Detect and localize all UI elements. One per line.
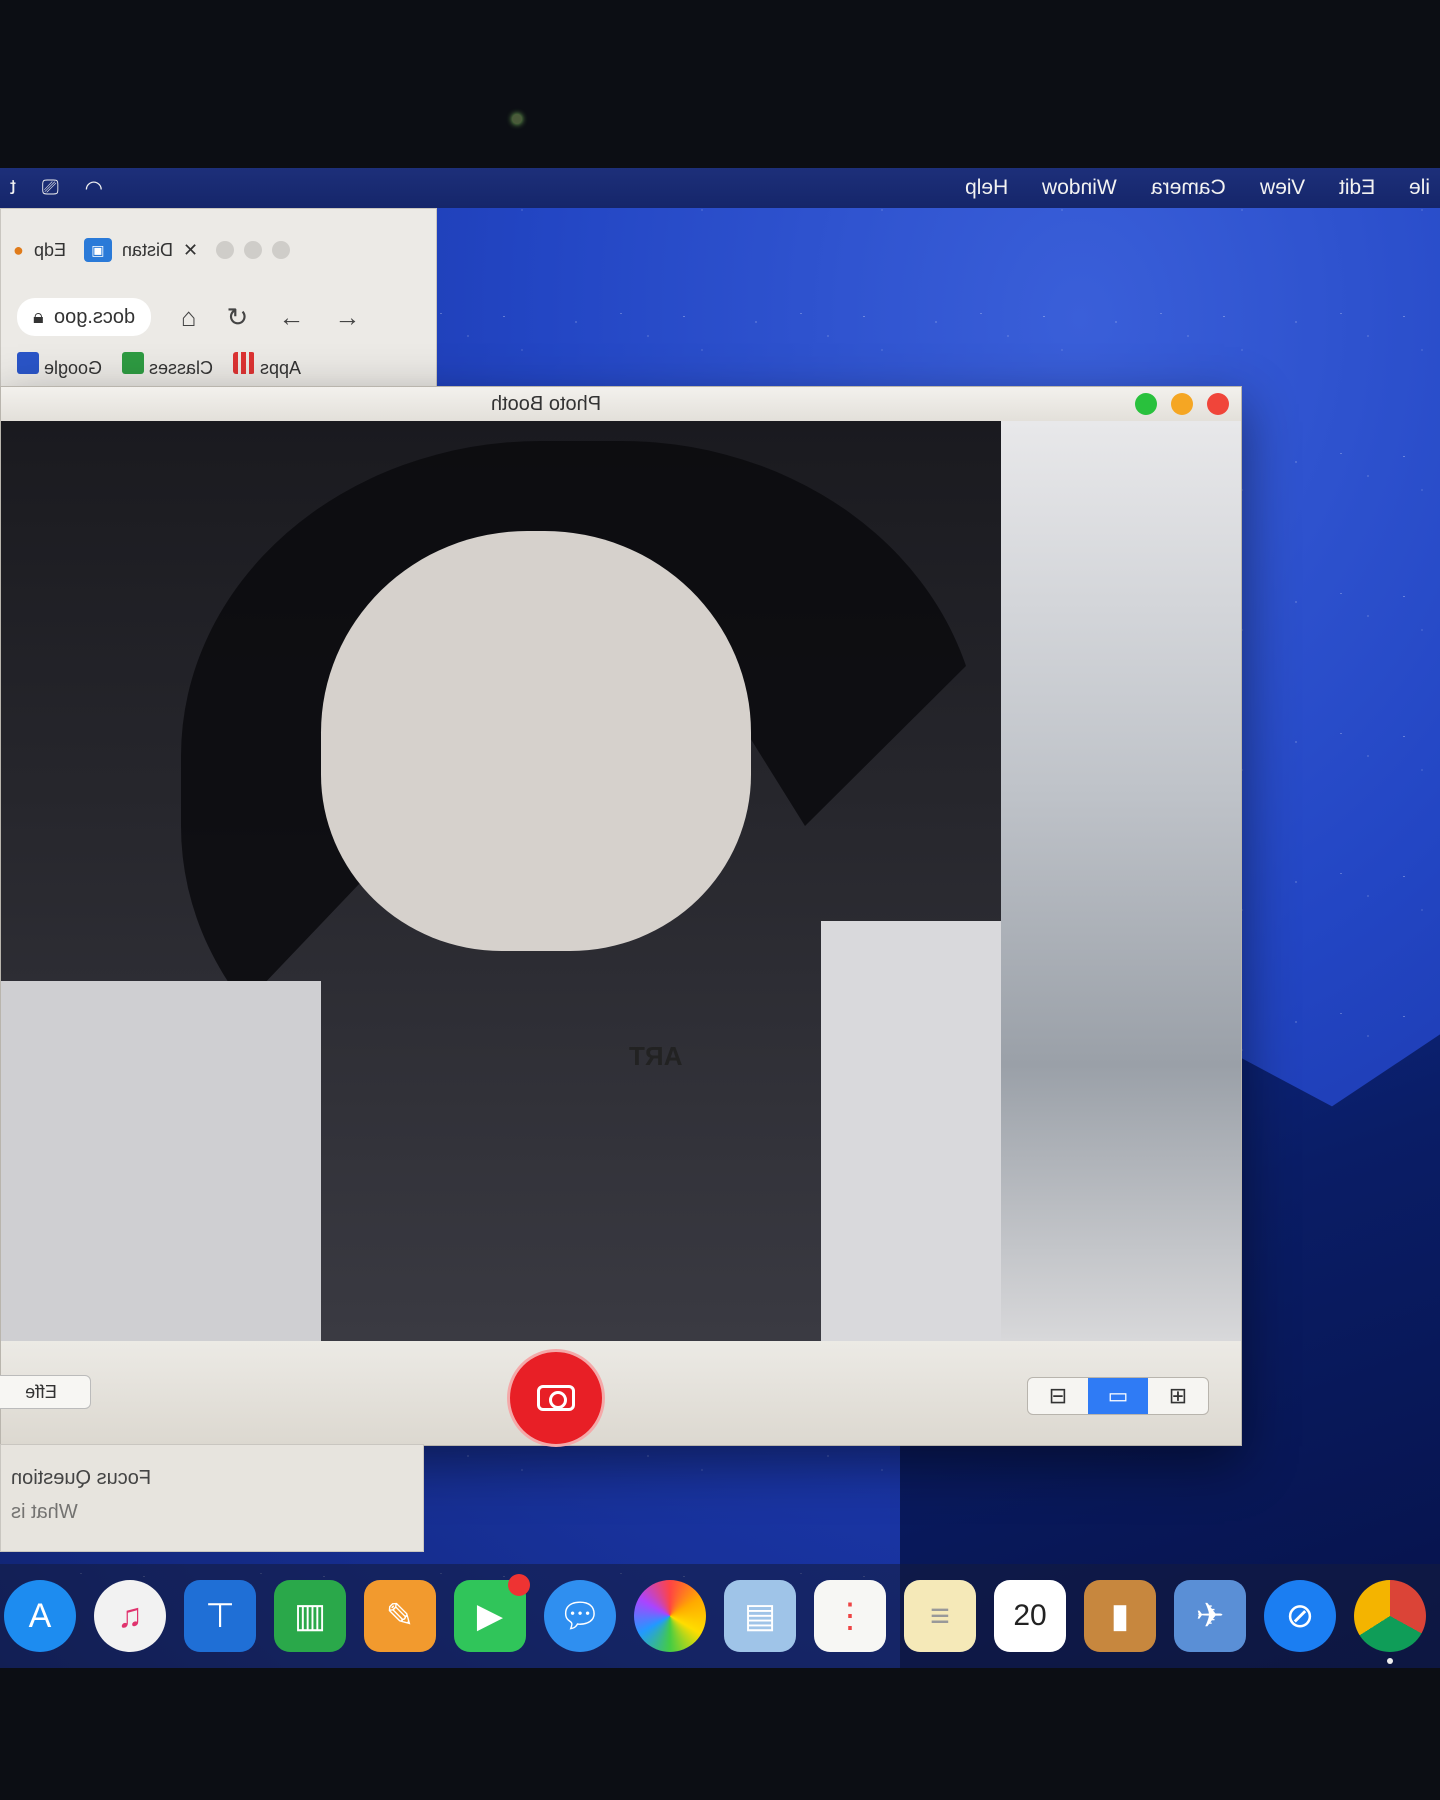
webcam-indicator bbox=[512, 114, 522, 124]
itunes-icon[interactable]: ♫ bbox=[94, 1580, 166, 1652]
classroom-bookmark-icon bbox=[122, 351, 145, 374]
reload-icon[interactable]: ↻ bbox=[227, 302, 249, 333]
address-bar[interactable]: 🔒︎ docs.goo bbox=[17, 298, 151, 336]
google-bookmark-icon bbox=[17, 351, 39, 374]
desktop: t ⎚ ◠ ile Edit View Camera Window Help ▣… bbox=[0, 168, 1440, 1668]
window-title: Photo Booth bbox=[491, 393, 602, 415]
single-mode-icon[interactable]: ▭ bbox=[1088, 1378, 1148, 1414]
bookmark-apps[interactable]: Apps bbox=[233, 351, 302, 379]
facetime-icon[interactable]: ▶ bbox=[454, 1574, 530, 1652]
calendar-icon[interactable]: 20 bbox=[994, 1580, 1066, 1652]
keynote-icon[interactable]: ⊤ bbox=[184, 1580, 256, 1652]
reminders-icon[interactable]: ⋮ bbox=[814, 1580, 886, 1652]
url-text: docs.goo bbox=[53, 305, 135, 328]
menu-file[interactable]: ile bbox=[1409, 176, 1430, 200]
notification-badge bbox=[508, 1574, 530, 1596]
doc-heading: Focus Question bbox=[11, 1467, 152, 1489]
app-menus: ile Edit View Camera Window Help bbox=[965, 168, 1440, 208]
subject-jacket-left bbox=[1, 981, 321, 1341]
bookmark-label: Classes bbox=[149, 357, 214, 378]
preview-2-icon[interactable]: ✈ bbox=[1174, 1580, 1246, 1652]
home-icon[interactable]: ⌂ bbox=[181, 302, 197, 333]
app-store-icon[interactable]: A bbox=[4, 1580, 76, 1652]
monitor-bezel: t ⎚ ◠ ile Edit View Camera Window Help ▣… bbox=[0, 0, 1440, 1800]
lock-icon: 🔒︎ bbox=[33, 305, 44, 328]
camera-icon bbox=[537, 1385, 575, 1411]
photo-booth-window: Photo Booth ART Effe ⊟ ▭ ⊞ bbox=[0, 386, 1242, 1447]
apps-grid-icon bbox=[233, 351, 256, 374]
browser-toolbar: → ← ↻ ⌂ 🔒︎ docs.goo bbox=[1, 291, 436, 343]
notes-icon[interactable]: ≡ bbox=[904, 1580, 976, 1652]
bookmark-google[interactable]: Google bbox=[17, 351, 103, 379]
dock: A ♫ ⊤ ▥ ✎ ▶ 💬︎ ▤ ⋮ ≡ 20 ▮ ✈ ⊘ bbox=[0, 1564, 1440, 1668]
zoom-button[interactable] bbox=[1135, 393, 1157, 415]
contacts-icon[interactable]: ▮ bbox=[1084, 1580, 1156, 1652]
airplay-icon[interactable]: ⎚ bbox=[42, 176, 59, 200]
window-controls bbox=[216, 241, 291, 259]
tab-distance[interactable]: ▣ Distan ✕ bbox=[83, 238, 198, 262]
menu-help[interactable]: Help bbox=[965, 176, 1008, 200]
numbers-icon[interactable]: ▥ bbox=[274, 1580, 346, 1652]
status-item[interactable]: t bbox=[10, 176, 16, 200]
chrome-icon[interactable] bbox=[1354, 1580, 1426, 1664]
strip-mode-icon[interactable]: ⊟ bbox=[1028, 1378, 1088, 1414]
menu-bar: t ⎚ ◠ ile Edit View Camera Window Help bbox=[0, 168, 1440, 208]
camera-preview: ART bbox=[1, 421, 1241, 1341]
subject-face bbox=[321, 531, 751, 951]
status-area: t ⎚ ◠ bbox=[10, 168, 103, 208]
window-controls bbox=[1135, 393, 1229, 415]
grid-mode-icon[interactable]: ⊞ bbox=[1148, 1378, 1208, 1414]
menu-window[interactable]: Window bbox=[1042, 176, 1117, 200]
preview-icon[interactable]: ▤ bbox=[724, 1580, 796, 1652]
capture-mode-selector: ⊟ ▭ ⊞ bbox=[1027, 1377, 1209, 1415]
doc-line: What is bbox=[11, 1501, 78, 1523]
close-button[interactable] bbox=[1207, 393, 1229, 415]
take-photo-button[interactable] bbox=[507, 1349, 605, 1447]
bookmark-label: Google bbox=[44, 357, 103, 378]
minimize-button[interactable] bbox=[1171, 393, 1193, 415]
menu-edit[interactable]: Edit bbox=[1339, 176, 1375, 200]
tattoo-text: ART bbox=[629, 1041, 683, 1071]
minimize-button[interactable] bbox=[244, 241, 263, 259]
tab-close-icon[interactable]: ✕ bbox=[183, 240, 198, 261]
photo-booth-controls: Effe ⊟ ▭ ⊞ bbox=[0, 1341, 1241, 1447]
close-button[interactable] bbox=[272, 241, 291, 259]
tab-title: Distan bbox=[121, 239, 173, 260]
tab-edpuzzle[interactable]: ● Edp bbox=[13, 240, 66, 261]
camera-feed: ART bbox=[1, 421, 1221, 1341]
bookmark-label: Apps bbox=[260, 357, 302, 378]
effects-button[interactable]: Effe bbox=[0, 1375, 91, 1409]
room-background bbox=[1001, 421, 1241, 1341]
photos-icon[interactable] bbox=[634, 1580, 706, 1652]
menu-camera[interactable]: Camera bbox=[1151, 176, 1226, 200]
pages-icon[interactable]: ✎ bbox=[364, 1580, 436, 1652]
title-bar[interactable]: Photo Booth bbox=[1, 387, 1241, 421]
edpuzzle-icon: ● bbox=[13, 239, 24, 260]
browser-window: ▣ Distan ✕ ● Edp → ← ↻ ⌂ 🔒︎ docs.goo App… bbox=[0, 208, 437, 388]
bookmarks-bar: Apps Classes Google bbox=[1, 343, 436, 387]
zoom-button[interactable] bbox=[216, 241, 235, 259]
classroom-icon: ▣ bbox=[83, 238, 112, 262]
tab-bar: ▣ Distan ✕ ● Edp bbox=[1, 209, 436, 291]
running-indicator bbox=[1387, 1658, 1393, 1664]
messages-icon[interactable]: 💬︎ bbox=[544, 1580, 616, 1652]
tab-title: Edp bbox=[33, 239, 66, 260]
document-window: Focus Question What is bbox=[0, 1444, 424, 1552]
bookmark-classes[interactable]: Classes bbox=[122, 351, 214, 379]
forward-icon[interactable]: ← bbox=[278, 302, 304, 333]
menu-view[interactable]: View bbox=[1260, 176, 1305, 200]
safari-icon[interactable]: ⊘ bbox=[1264, 1580, 1336, 1652]
wifi-icon[interactable]: ◠ bbox=[85, 176, 103, 201]
back-icon[interactable]: → bbox=[334, 302, 360, 333]
